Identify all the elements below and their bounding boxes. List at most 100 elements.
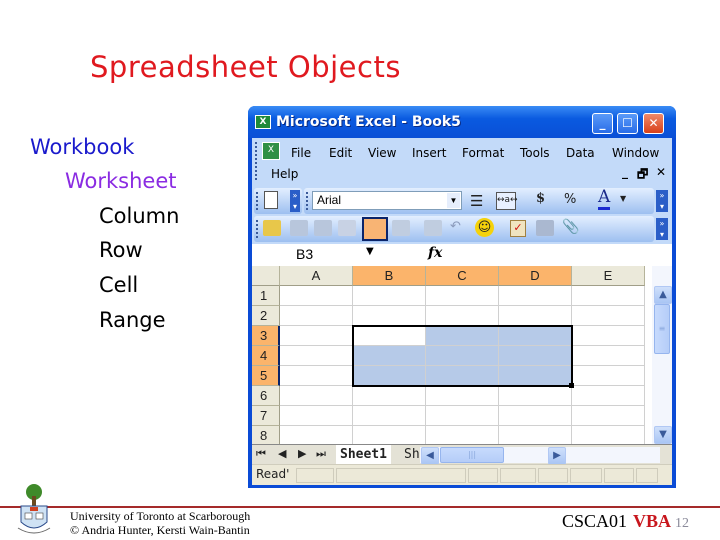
cell-d7[interactable] xyxy=(499,406,572,426)
cell-d2[interactable] xyxy=(499,306,572,326)
smiley-icon[interactable]: ☺ xyxy=(475,218,494,237)
cell-c2[interactable] xyxy=(426,306,499,326)
percent-icon[interactable]: % xyxy=(564,192,576,207)
menu-grip[interactable] xyxy=(255,142,259,180)
row-header-2[interactable]: 2 xyxy=(252,306,280,326)
cell-b5[interactable] xyxy=(353,366,426,386)
column-header-b[interactable]: B xyxy=(353,266,426,286)
formula-input[interactable] xyxy=(448,244,672,265)
new-document-icon[interactable] xyxy=(264,191,278,209)
cell-a5[interactable] xyxy=(280,366,353,386)
cell-c6[interactable] xyxy=(426,386,499,406)
font-color-icon[interactable]: A xyxy=(598,188,611,210)
cell-e3[interactable] xyxy=(572,326,645,346)
toolbar-options-icon[interactable]: » ▾ xyxy=(290,190,300,212)
cell-a6[interactable] xyxy=(280,386,353,406)
row-header-6[interactable]: 6 xyxy=(252,386,280,406)
cell-b8[interactable] xyxy=(353,426,426,444)
name-box-dropdown-icon[interactable]: ▼ xyxy=(366,246,374,257)
cell-b4[interactable] xyxy=(353,346,426,366)
cell-e4[interactable] xyxy=(572,346,645,366)
cell-e8[interactable] xyxy=(572,426,645,444)
menu-edit[interactable]: Edit xyxy=(329,146,352,160)
cell-e6[interactable] xyxy=(572,386,645,406)
scroll-left-icon[interactable]: ◀ xyxy=(421,447,439,465)
menu-data[interactable]: Data xyxy=(566,146,595,160)
column-header-a[interactable]: A xyxy=(280,266,353,286)
new-folder-icon[interactable] xyxy=(263,220,281,236)
toolbar-grip[interactable] xyxy=(306,192,310,210)
doc-restore-button[interactable]: 🗗 xyxy=(637,165,648,186)
cell-c1[interactable] xyxy=(426,286,499,306)
menu-view[interactable]: View xyxy=(368,146,396,160)
cell-d8[interactable] xyxy=(499,426,572,444)
row-header-7[interactable]: 7 xyxy=(252,406,280,426)
font-selector[interactable]: Arial ▼ xyxy=(312,191,462,210)
cell-a2[interactable] xyxy=(280,306,353,326)
cell-a7[interactable] xyxy=(280,406,353,426)
cell-e7[interactable] xyxy=(572,406,645,426)
reply-icon[interactable] xyxy=(290,220,308,236)
horizontal-scroll-thumb[interactable]: ||| xyxy=(440,447,504,463)
menu-insert[interactable]: Insert xyxy=(412,146,446,160)
forward-icon[interactable] xyxy=(314,220,332,236)
workbook-icon[interactable]: X xyxy=(262,142,280,160)
cell-a1[interactable] xyxy=(280,286,353,306)
minimize-button[interactable]: _ xyxy=(592,113,613,134)
menu-help[interactable]: Help xyxy=(271,167,298,181)
toolbar-grip[interactable] xyxy=(256,192,260,210)
envelope-icon[interactable] xyxy=(338,220,356,236)
cell-c4[interactable] xyxy=(426,346,499,366)
cell-d1[interactable] xyxy=(499,286,572,306)
fx-icon[interactable]: fx xyxy=(428,245,442,261)
cell-b7[interactable] xyxy=(353,406,426,426)
menu-tools[interactable]: Tools xyxy=(520,146,550,160)
row-header-4[interactable]: 4 xyxy=(252,346,280,366)
cell-a4[interactable] xyxy=(280,346,353,366)
row-header-8[interactable]: 8 xyxy=(252,426,280,444)
cell-d6[interactable] xyxy=(499,386,572,406)
scroll-up-icon[interactable]: ▲ xyxy=(654,286,672,304)
font-color-dropdown-icon[interactable]: ▼ xyxy=(620,194,626,203)
column-header-c[interactable]: C xyxy=(426,266,499,286)
vertical-scrollbar[interactable]: ▲ ≡ ▼ xyxy=(652,266,672,444)
cell-a8[interactable] xyxy=(280,426,353,444)
toolbar-grip[interactable] xyxy=(256,220,260,238)
vertical-scroll-thumb[interactable]: ≡ xyxy=(654,304,670,354)
cell-d4[interactable] xyxy=(499,346,572,366)
name-box[interactable]: B3 xyxy=(252,244,362,265)
cell-e5[interactable] xyxy=(572,366,645,386)
horizontal-scrollbar[interactable]: ◀ ||| ▶ xyxy=(420,447,660,465)
first-sheet-icon[interactable]: ⏮ xyxy=(256,447,266,461)
excel-app-icon[interactable]: X xyxy=(255,115,271,129)
checklist-icon[interactable]: ✓ xyxy=(510,220,526,237)
row-header-1[interactable]: 1 xyxy=(252,286,280,306)
next-sheet-icon[interactable]: ▶ xyxy=(298,447,306,460)
eraser-icon[interactable] xyxy=(424,220,442,236)
cell-b3[interactable] xyxy=(353,326,426,346)
undo-icon[interactable]: ↶ xyxy=(450,219,461,234)
toolbar-options-icon[interactable]: » ▾ xyxy=(656,218,668,240)
doc-close-button[interactable]: ✕ xyxy=(656,165,666,179)
compare-icon[interactable] xyxy=(362,217,388,241)
tab-sheet1[interactable]: Sheet1 xyxy=(336,445,391,464)
menu-file[interactable]: File xyxy=(291,146,311,160)
last-sheet-icon[interactable]: ⏭ xyxy=(316,447,326,461)
row-header-3[interactable]: 3 xyxy=(252,326,280,346)
currency-icon[interactable]: $ xyxy=(536,191,545,206)
attachment-icon[interactable]: 📎 xyxy=(562,219,579,235)
column-header-e[interactable]: E xyxy=(572,266,645,286)
select-all-corner[interactable] xyxy=(252,266,280,286)
chevron-down-icon[interactable]: ▼ xyxy=(447,193,460,208)
delete-icon[interactable] xyxy=(392,220,410,236)
fill-handle[interactable] xyxy=(569,383,574,388)
doc-minimize-button[interactable]: _ xyxy=(622,165,628,179)
cell-e2[interactable] xyxy=(572,306,645,326)
cell-c5[interactable] xyxy=(426,366,499,386)
cell-d3[interactable] xyxy=(499,326,572,346)
column-header-d[interactable]: D xyxy=(499,266,572,286)
close-button[interactable]: ✕ xyxy=(643,113,664,134)
save-icon[interactable] xyxy=(536,220,554,236)
menu-format[interactable]: Format xyxy=(462,146,504,160)
merge-center-icon[interactable]: ↔a↔ xyxy=(496,192,518,210)
